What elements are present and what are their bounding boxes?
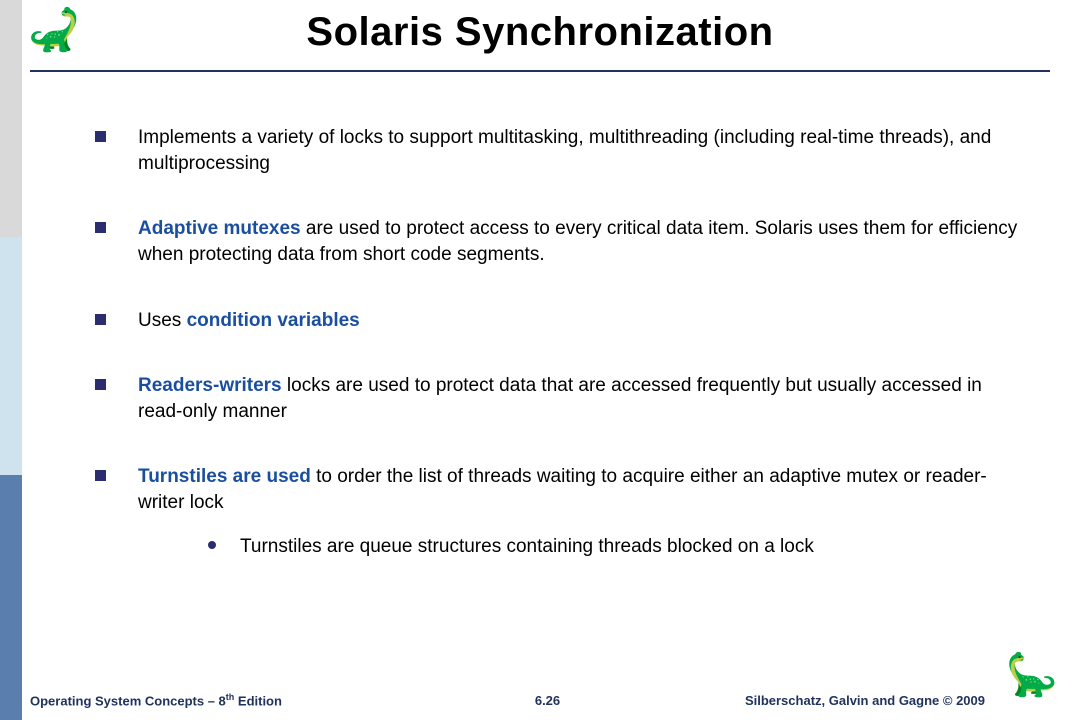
footer-left: Operating System Concepts – 8th Edition [30, 692, 282, 708]
footer-left-sup: th [226, 692, 235, 702]
bullet-text-pre: Uses [138, 310, 187, 331]
highlight-term: Adaptive mutexes [138, 218, 301, 239]
bullet-item: Implements a variety of locks to support… [95, 125, 1030, 176]
bullet-item: Turnstiles are used to order the list of… [95, 464, 1030, 559]
bullet-item: Uses condition variables [95, 308, 1030, 334]
square-bullet-icon [95, 222, 106, 233]
footer: Operating System Concepts – 8th Edition … [30, 692, 1065, 708]
bullet-text: Readers-writers locks are used to protec… [138, 373, 1030, 424]
slide: 🦕 Solaris Synchronization Implements a v… [0, 0, 1080, 720]
footer-page-number: 6.26 [535, 693, 560, 708]
title-area: Solaris Synchronization [0, 10, 1080, 55]
square-bullet-icon [95, 314, 106, 325]
footer-right: Silberschatz, Galvin and Gagne © 2009 [745, 693, 1065, 708]
highlight-term: condition variables [187, 310, 360, 331]
circle-bullet-icon [208, 541, 216, 549]
bullet-text: Implements a variety of locks to support… [138, 125, 1030, 176]
bullet-item: Adaptive mutexes are used to protect acc… [95, 216, 1030, 267]
bullet-item: Readers-writers locks are used to protec… [95, 373, 1030, 424]
bullet-text: Turnstiles are used to order the list of… [138, 464, 1030, 559]
highlight-term: Readers-writers [138, 375, 282, 396]
footer-left-text-b: Edition [234, 693, 282, 708]
highlight-term: Turnstiles are used [138, 466, 311, 487]
square-bullet-icon [95, 379, 106, 390]
square-bullet-icon [95, 470, 106, 481]
slide-title: Solaris Synchronization [0, 10, 1080, 55]
title-underline [30, 70, 1050, 72]
bullet-text: Adaptive mutexes are used to protect acc… [138, 216, 1030, 267]
sub-bullet-text: Turnstiles are queue structures containi… [240, 534, 814, 560]
left-stripe-decoration [0, 0, 22, 720]
sub-bullet-item: Turnstiles are queue structures containi… [208, 534, 1030, 560]
bullet-text: Uses condition variables [138, 308, 1030, 334]
square-bullet-icon [95, 131, 106, 142]
content-area: Implements a variety of locks to support… [95, 125, 1030, 559]
footer-left-text-a: Operating System Concepts – 8 [30, 693, 226, 708]
